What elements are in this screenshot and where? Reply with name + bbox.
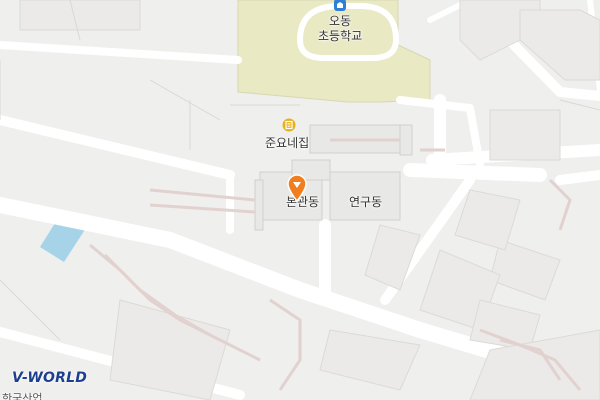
location-marker-icon[interactable] [286,174,308,202]
map-view[interactable]: 오동 초등학교 준요네집 본관동 연구동 V-WORLD 한국산업 [0,0,600,400]
school-label-line1: 오동 [329,14,352,28]
research-building-label[interactable]: 연구동 [349,193,382,210]
vworld-logo: V-WORLD [12,368,87,388]
school-icon[interactable] [333,0,347,12]
poi-label[interactable]: 준요네집 [265,134,309,151]
brand-text: V-WORLD [12,370,88,386]
restaurant-icon[interactable] [282,118,296,132]
school-label-line2: 초등학교 [318,29,363,43]
bottom-edge-label[interactable]: 한국산업 [2,390,42,400]
school-label[interactable]: 오동 초등학교 [318,14,362,44]
